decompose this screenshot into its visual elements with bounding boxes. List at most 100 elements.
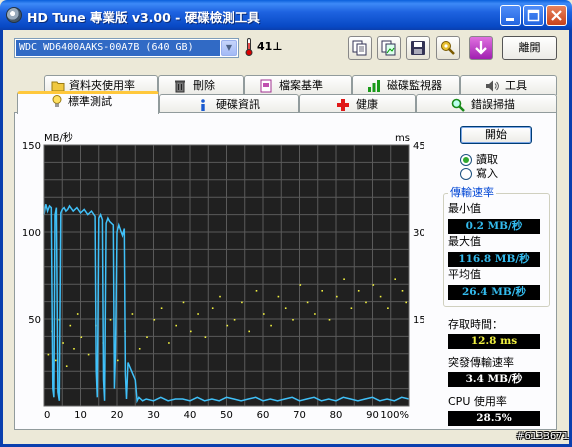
access-time-point bbox=[255, 290, 258, 292]
tab-label: 刪除 bbox=[193, 79, 215, 92]
info-icon bbox=[201, 99, 205, 111]
min-value: 0.2 MB/秒 bbox=[448, 219, 540, 234]
access-time-point bbox=[146, 336, 148, 338]
access-time-point bbox=[343, 278, 345, 280]
avg-label: 平均值 bbox=[448, 268, 481, 281]
save-button[interactable] bbox=[406, 36, 430, 60]
watermark: #6133671 bbox=[516, 431, 569, 442]
transfer-rate-title: 傳輸速率 bbox=[448, 186, 496, 200]
access-time-point bbox=[233, 319, 236, 321]
access-time-point bbox=[62, 342, 64, 344]
options-button[interactable] bbox=[436, 36, 460, 60]
burst-rate-value: 3.4 MB/秒 bbox=[448, 372, 540, 387]
temperature-readout: 41⊥ bbox=[257, 40, 282, 53]
chevron-down-icon[interactable]: ▼ bbox=[221, 40, 237, 56]
access-time-point bbox=[306, 301, 309, 304]
x-tick-label: 90 bbox=[366, 410, 379, 421]
tab-tools[interactable]: 工具 bbox=[460, 75, 557, 95]
tab-label: 標準測試 bbox=[68, 95, 112, 108]
close-button[interactable] bbox=[546, 5, 567, 26]
tab-label: 磁碟監視器 bbox=[387, 79, 442, 92]
access-time-point bbox=[69, 324, 72, 327]
access-time-label: 存取時間： bbox=[448, 318, 503, 331]
x-tick-label: 80 bbox=[330, 410, 343, 421]
copy-info-button[interactable] bbox=[348, 36, 372, 60]
access-time-value: 12.8 ms bbox=[448, 334, 540, 349]
max-value: 116.8 MB/秒 bbox=[448, 252, 540, 267]
access-time-point bbox=[204, 336, 207, 338]
access-time-point bbox=[365, 301, 367, 304]
access-time-point bbox=[350, 307, 353, 309]
y-left-tick-label: 150 bbox=[22, 141, 41, 152]
exit-button[interactable]: 離開 bbox=[502, 36, 557, 60]
min-label: 最小值 bbox=[448, 202, 481, 215]
health-cross-icon bbox=[337, 99, 349, 111]
maximize-button[interactable] bbox=[523, 5, 544, 26]
access-time-point bbox=[182, 301, 185, 304]
write-radio[interactable]: 寫入 bbox=[460, 167, 540, 181]
tab-disk-monitor[interactable]: 磁碟監視器 bbox=[352, 75, 460, 95]
tab-health[interactable]: 健康 bbox=[299, 94, 416, 114]
y-left-tick-label: 100 bbox=[22, 228, 41, 239]
temperature-value: 41 bbox=[257, 40, 273, 53]
access-time-point bbox=[168, 342, 170, 344]
y-axis-right-label: ms bbox=[395, 133, 410, 144]
access-time-point bbox=[263, 313, 265, 315]
access-time-point bbox=[314, 313, 316, 315]
read-radio-label: 讀取 bbox=[476, 153, 498, 166]
access-time-point bbox=[372, 284, 375, 286]
access-time-point bbox=[153, 319, 156, 321]
access-time-point bbox=[394, 278, 396, 280]
read-radio-circle[interactable] bbox=[460, 154, 472, 166]
tab-disk-info[interactable]: 硬碟資訊 bbox=[159, 94, 299, 114]
access-time-point bbox=[387, 307, 389, 309]
avg-value: 26.4 MB/秒 bbox=[448, 285, 540, 300]
window-title: HD Tune 專業版 v3.00 - 硬碟檢測工具 bbox=[27, 10, 260, 25]
access-time-point bbox=[55, 359, 57, 362]
app-icon bbox=[6, 7, 22, 23]
y-right-tick-label: 15 bbox=[413, 315, 424, 326]
x-tick-label: 50 bbox=[220, 410, 233, 421]
write-radio-circle[interactable] bbox=[460, 168, 472, 180]
drive-select[interactable]: WDC WD6400AAKS-00A7B (640 GB) ▼ bbox=[14, 38, 239, 58]
access-time-point bbox=[248, 330, 250, 333]
access-time-point bbox=[65, 365, 68, 367]
access-time-point bbox=[336, 295, 338, 298]
y-right-tick-label: 45 bbox=[413, 141, 424, 152]
temperature-unit: ⊥ bbox=[272, 40, 283, 53]
access-time-point bbox=[226, 324, 229, 327]
tab-benchmark[interactable]: 標準測試 bbox=[17, 91, 159, 114]
tab-file-benchmark[interactable]: 檔案基準 bbox=[244, 75, 352, 95]
read-radio[interactable]: 讀取 bbox=[460, 153, 540, 167]
close-icon bbox=[551, 10, 562, 21]
access-time-point bbox=[284, 307, 287, 309]
tab-erase[interactable]: 刪除 bbox=[158, 75, 244, 95]
access-time-point bbox=[175, 324, 177, 327]
access-time-point bbox=[357, 290, 360, 292]
tab-error-scan[interactable]: 錯誤掃描 bbox=[416, 94, 557, 114]
download-button[interactable] bbox=[469, 36, 493, 60]
tab-label: 工具 bbox=[505, 79, 527, 92]
access-time-point bbox=[321, 290, 323, 292]
minimize-button[interactable] bbox=[500, 5, 521, 26]
access-time-point bbox=[270, 324, 272, 327]
start-button[interactable]: 開始 bbox=[460, 126, 532, 144]
wrench-icon bbox=[441, 41, 455, 55]
x-tick-label: 20 bbox=[111, 410, 124, 421]
x-tick-label: 70 bbox=[293, 410, 306, 421]
access-time-point bbox=[138, 348, 141, 350]
access-time-point bbox=[197, 313, 199, 315]
access-time-point bbox=[292, 319, 294, 321]
y-left-tick-label: 50 bbox=[28, 315, 41, 326]
benchmark-chart: MB/秒 ms 150100504530150 10 20 30 40 50 60 70 80 9… bbox=[22, 131, 424, 421]
cpu-usage-value: 28.5% bbox=[448, 411, 540, 426]
access-time-point bbox=[131, 313, 134, 315]
x-tick-label: 10 bbox=[74, 410, 87, 421]
burst-rate-label: 突發傳輸速率 bbox=[448, 356, 514, 369]
copy-screenshot-button[interactable] bbox=[377, 36, 401, 60]
access-time-point bbox=[160, 307, 163, 309]
lightbulb-icon bbox=[52, 95, 62, 107]
access-time-point bbox=[299, 284, 302, 286]
drive-select-value: WDC WD6400AAKS-00A7B (640 GB) bbox=[16, 40, 220, 56]
access-time-point bbox=[219, 295, 221, 298]
